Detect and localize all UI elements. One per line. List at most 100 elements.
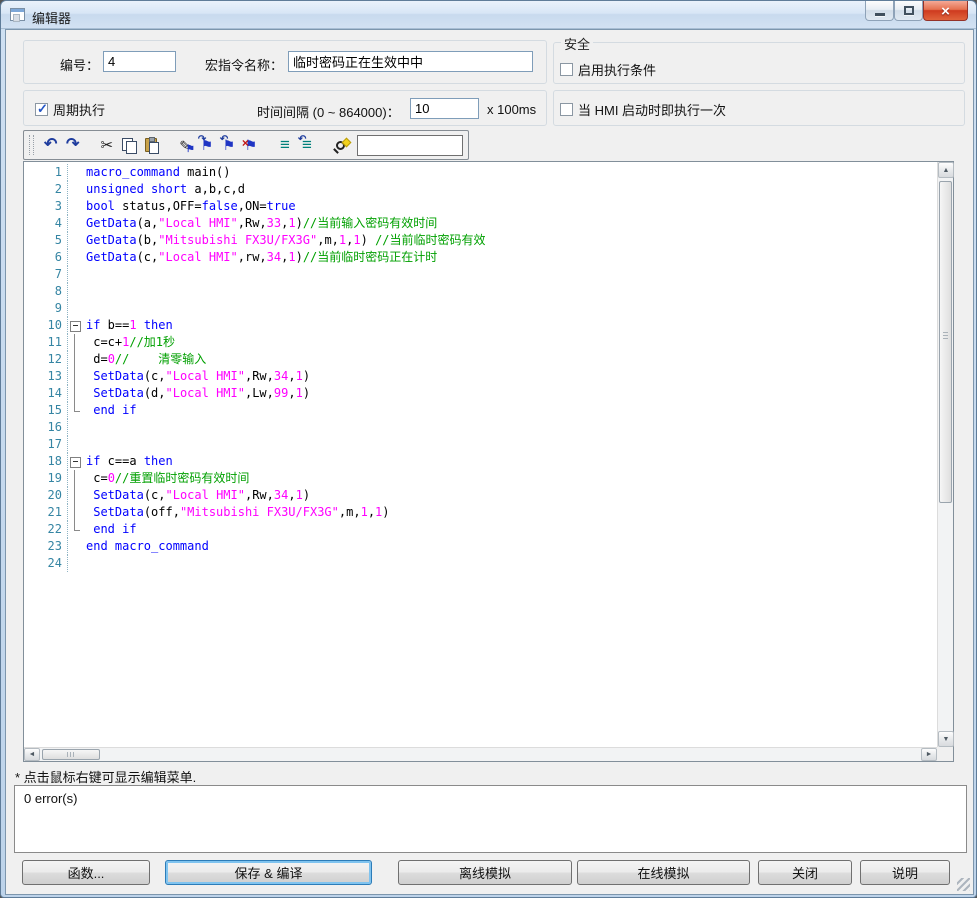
interval-unit-label: x 100ms	[487, 102, 536, 117]
interval-field[interactable]	[410, 98, 479, 119]
code-editor[interactable]: 1macro_command main()2unsigned short a,b…	[23, 161, 954, 762]
save-compile-button[interactable]: 保存 & 编译	[165, 860, 372, 885]
toggle-bookmark-button[interactable]: ✎ ⚑	[175, 134, 195, 156]
code-area[interactable]: 1macro_command main()2unsigned short a,b…	[24, 162, 937, 747]
block-comment-button[interactable]: ≡	[275, 134, 295, 156]
code-line: 10if b==1 then	[24, 317, 937, 334]
line-number: 21	[24, 504, 68, 521]
line-number: 17	[24, 436, 68, 453]
code-line: 12 d=0// 清零输入	[24, 351, 937, 368]
arrow-down-icon: ▼	[943, 736, 950, 743]
line-number: 22	[24, 521, 68, 538]
code-text: c=0//重置临时密码有效时间	[83, 470, 249, 487]
cut-icon: ✂	[101, 136, 114, 154]
error-count: 0 error(s)	[24, 791, 77, 806]
close-button[interactable]: ×	[923, 1, 968, 21]
redo-button[interactable]: ↷	[63, 134, 83, 156]
scroll-down-button[interactable]: ▼	[938, 731, 954, 747]
clear-bookmarks-button[interactable]: ⚑ ×	[241, 134, 261, 156]
fold-margin	[68, 521, 83, 538]
code-line: 7	[24, 266, 937, 283]
run-on-startup-checkbox[interactable]	[560, 103, 573, 116]
copy-icon	[122, 138, 136, 153]
paste-button[interactable]	[141, 134, 161, 156]
previous-bookmark-button[interactable]: ⚑ ↶	[219, 134, 239, 156]
scroll-left-button[interactable]: ◄	[24, 748, 40, 761]
code-line: 20 SetData(c,"Local HMI",Rw,34,1)	[24, 487, 937, 504]
code-text: bool status,OFF=false,ON=true	[83, 198, 296, 215]
fold-margin	[68, 215, 83, 232]
line-number: 14	[24, 385, 68, 402]
line-number: 6	[24, 249, 68, 266]
clear-bookmarks-x-icon: ×	[242, 138, 249, 148]
undo-button[interactable]: ↶	[41, 134, 61, 156]
line-number: 12	[24, 351, 68, 368]
line-number: 4	[24, 215, 68, 232]
code-line: 22 end if	[24, 521, 937, 538]
search-input[interactable]	[357, 135, 463, 156]
offline-simulation-button[interactable]: 离线模拟	[398, 860, 572, 885]
resize-grip[interactable]	[957, 878, 970, 891]
fold-margin	[68, 555, 83, 572]
fold-margin	[68, 232, 83, 249]
code-text: macro_command main()	[83, 164, 231, 181]
scroll-right-button[interactable]: ►	[921, 748, 937, 761]
toolbar-grip[interactable]	[29, 135, 34, 155]
vertical-scrollbar[interactable]: ▲ ▼	[937, 162, 953, 747]
line-number: 13	[24, 368, 68, 385]
block-uncomment-button[interactable]: ≡ ↶	[297, 134, 317, 156]
horizontal-scroll-thumb[interactable]	[42, 749, 100, 760]
macro-id-field[interactable]	[103, 51, 176, 72]
paste-icon	[145, 138, 157, 152]
help-button[interactable]: 说明	[860, 860, 950, 885]
maximize-button[interactable]	[894, 1, 923, 21]
fold-margin	[68, 164, 83, 181]
line-number: 24	[24, 555, 68, 572]
block-comment-icon: ≡	[280, 137, 290, 153]
fold-margin	[68, 538, 83, 555]
fold-margin	[68, 283, 83, 300]
find-button[interactable]	[331, 134, 351, 156]
app-icon	[10, 8, 25, 21]
horizontal-scrollbar[interactable]: ◄ ►	[24, 747, 937, 761]
code-text: end if	[83, 402, 137, 419]
code-text	[83, 283, 86, 300]
code-line: 21 SetData(off,"Mitsubishi FX3U/FX3G",m,…	[24, 504, 937, 521]
fold-toggle-icon[interactable]	[68, 317, 83, 334]
code-line: 6GetData(c,"Local HMI",rw,34,1)//当前临时密码正…	[24, 249, 937, 266]
periodic-execution-checkbox[interactable]	[35, 103, 48, 116]
minimize-icon	[875, 13, 885, 16]
enable-condition-checkbox[interactable]	[560, 63, 573, 76]
code-line: 8	[24, 283, 937, 300]
enable-condition-row: 启用执行条件	[560, 60, 656, 79]
close-dialog-button[interactable]: 关闭	[758, 860, 852, 885]
code-text: GetData(a,"Local HMI",Rw,33,1)//当前输入密码有效…	[83, 215, 437, 232]
next-bookmark-button[interactable]: ⚑ ↷	[197, 134, 217, 156]
macro-name-field[interactable]	[288, 51, 533, 72]
line-number: 1	[24, 164, 68, 181]
security-group-label: 安全	[561, 34, 593, 53]
copy-button[interactable]	[119, 134, 139, 156]
fold-margin	[68, 181, 83, 198]
online-simulation-button[interactable]: 在线模拟	[577, 860, 750, 885]
fold-margin	[68, 487, 83, 504]
arrow-right-icon: ►	[926, 751, 933, 758]
fold-margin	[68, 385, 83, 402]
code-lines: 1macro_command main()2unsigned short a,b…	[24, 162, 937, 572]
block-uncomment-arrow-icon: ↶	[298, 135, 306, 145]
cut-button[interactable]: ✂	[97, 134, 117, 156]
window-title: 编辑器	[32, 8, 71, 27]
next-bookmark-arrow-icon: ↷	[198, 135, 206, 145]
minimize-button[interactable]	[865, 1, 894, 21]
fold-toggle-icon[interactable]	[68, 453, 83, 470]
fold-margin	[68, 266, 83, 283]
line-number: 18	[24, 453, 68, 470]
close-icon: ×	[924, 3, 967, 20]
previous-bookmark-arrow-icon: ↶	[220, 135, 228, 145]
title-bar[interactable]: 编辑器 ×	[1, 1, 976, 29]
scroll-up-button[interactable]: ▲	[938, 162, 954, 178]
functions-button[interactable]: 函数...	[22, 860, 150, 885]
vertical-scroll-thumb[interactable]	[939, 181, 952, 503]
fold-margin	[68, 351, 83, 368]
line-number: 15	[24, 402, 68, 419]
